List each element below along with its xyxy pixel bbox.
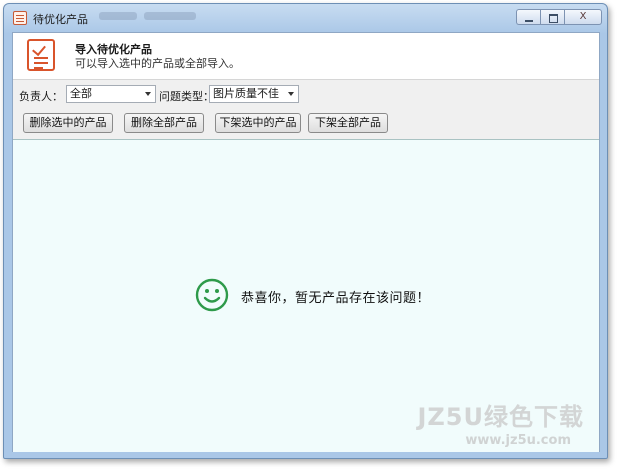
close-button[interactable]: X [564,9,602,25]
delete-selected-button[interactable]: 删除选中的产品 [23,113,113,133]
chevron-down-icon [145,92,151,96]
app-icon [13,11,27,25]
chevron-down-icon [288,92,294,96]
smiley-icon [195,278,229,312]
empty-state-message: 恭喜你，暂无产品存在该问题！ [241,291,431,306]
blurred-title-text [99,12,137,20]
owner-select[interactable]: 全部 [66,85,156,103]
filter-bar: 负责人： 全部 问题类型： 图片质量不佳 [13,83,599,107]
header-panel: 导入待优化产品 可以导入选中的产品或全部导入。 [13,33,599,80]
app-window: 待优化产品 X 导入待优化产品 可以导入选中的产品或全部导入。 负责人： 全部 … [3,3,608,459]
unlist-all-button[interactable]: 下架全部产品 [308,113,388,133]
title-bar[interactable]: 待优化产品 X [4,4,607,32]
window-title: 待优化产品 [33,13,88,26]
issue-type-select-value: 图片质量不佳 [213,87,279,100]
product-list-area: 恭喜你，暂无产品存在该问题！ JZ5U绿色下载 www.jz5u.com [13,139,599,452]
watermark-url: www.jz5u.com [465,433,571,448]
close-icon: X [579,11,587,22]
delete-all-button[interactable]: 删除全部产品 [124,113,204,133]
maximize-button[interactable] [540,9,564,25]
checklist-icon [27,39,55,71]
client-area: 导入待优化产品 可以导入选中的产品或全部导入。 负责人： 全部 问题类型： 图片… [12,32,600,452]
owner-label: 负责人： [19,90,63,103]
minimize-button[interactable] [516,9,540,25]
issue-type-select[interactable]: 图片质量不佳 [209,85,299,103]
window-controls: X [516,9,602,25]
watermark-logo: JZ5U绿色下载 [417,403,584,431]
unlist-selected-button[interactable]: 下架选中的产品 [215,113,301,133]
blurred-title-text [144,12,196,20]
issue-type-label: 问题类型： [159,90,214,103]
owner-select-value: 全部 [70,87,92,100]
header-subtitle: 可以导入选中的产品或全部导入。 [75,57,240,70]
action-toolbar: 删除选中的产品 删除全部产品 下架选中的产品 下架全部产品 [13,113,599,137]
